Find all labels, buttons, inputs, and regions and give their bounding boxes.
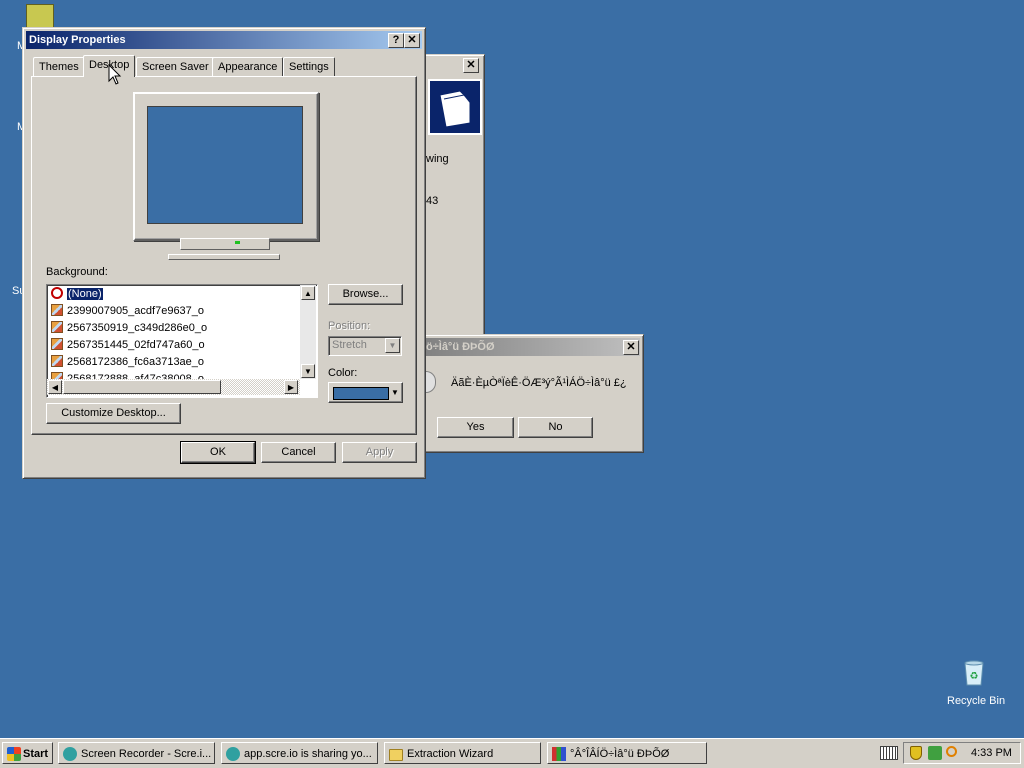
background-item-label: (None) — [66, 287, 104, 301]
scroll-right-arrow-icon[interactable]: ▶ — [284, 380, 298, 394]
msgbox-title: ö÷Ìâ°ü ÐÞÕØ — [426, 341, 495, 353]
ok-button[interactable]: OK — [180, 441, 256, 464]
scroll-left-arrow-icon[interactable]: ◀ — [48, 380, 62, 394]
color-dropdown-icon: ▼ — [391, 388, 399, 397]
msgbox-no-button[interactable]: No — [518, 417, 593, 438]
background-item-label: 2567350919_c349d286e0_o — [67, 322, 208, 334]
shield-icon[interactable] — [910, 746, 922, 760]
search-icon[interactable] — [946, 746, 957, 757]
svg-text:♻: ♻ — [970, 671, 979, 682]
background-label: Background: — [46, 266, 108, 278]
background-item-none[interactable]: (None) — [51, 286, 104, 302]
none-icon — [51, 287, 63, 299]
customize-desktop-button[interactable]: Customize Desktop... — [46, 403, 181, 424]
dialog-title: Display Properties — [29, 34, 126, 46]
cancel-button[interactable]: Cancel — [261, 442, 336, 463]
image-file-icon — [51, 321, 63, 333]
chart-icon — [552, 747, 566, 761]
taskbar-item-label: Screen Recorder - Scre.i... — [81, 748, 212, 760]
tab-themes[interactable]: Themes — [33, 57, 85, 77]
background-list[interactable]: (None) 2399007905_acdf7e9637_o 256735091… — [46, 284, 318, 398]
tab-screen-saver[interactable]: Screen Saver — [136, 57, 215, 77]
position-value: Stretch — [332, 339, 367, 351]
bg-close-button[interactable]: ✕ — [463, 58, 479, 73]
browse-button[interactable]: Browse... — [328, 284, 403, 305]
position-label: Position: — [328, 320, 371, 332]
system-tray: 4:33 PM — [903, 742, 1021, 764]
app-icon — [226, 747, 240, 761]
background-item-label: 2568172386_fc6a3713ae_o — [67, 356, 205, 368]
folder-icon — [428, 79, 482, 135]
recycle-bin-icon[interactable]: ♻ — [959, 657, 989, 687]
taskbar-item-extraction-wizard[interactable]: Extraction Wizard — [384, 742, 541, 764]
horizontal-scrollbar[interactable]: ◀ ▶ — [47, 379, 300, 395]
taskbar-item-sharing[interactable]: app.scre.io is sharing yo... — [221, 742, 378, 764]
apply-button: Apply — [342, 442, 417, 463]
position-select: Stretch ▼ — [328, 336, 402, 356]
network-icon[interactable] — [928, 746, 942, 760]
color-label: Color: — [328, 367, 358, 379]
image-file-icon — [51, 304, 63, 316]
close-button[interactable]: ✕ — [404, 33, 420, 48]
taskbar-item-screen-recorder[interactable]: Screen Recorder - Scre.i... — [58, 742, 215, 764]
position-dropdown-icon: ▼ — [385, 338, 400, 353]
clock: 4:33 PM — [971, 747, 1012, 759]
monitor-stand — [180, 238, 270, 250]
monitor-base — [168, 254, 280, 260]
help-button[interactable]: ? — [388, 33, 404, 48]
color-swatch — [333, 387, 389, 400]
scroll-down-arrow-icon[interactable]: ▼ — [301, 364, 315, 378]
message-box: ö÷Ìâ°ü ÐÞÕØ ✕ ÄãÈ·ÈµÒªÏèÊ·ÖÆ³ý°Ã¹ÌÁÖ÷Ìâ°… — [416, 334, 644, 453]
bg-text-2: 43 — [426, 195, 439, 207]
horizontal-scroll-thumb[interactable] — [63, 380, 221, 394]
app-icon — [63, 747, 77, 761]
background-item-label: 2399007905_acdf7e9637_o — [67, 305, 205, 317]
recycle-bin-label: Recycle Bin — [947, 695, 1006, 707]
background-item[interactable]: 2568172386_fc6a3713ae_o — [51, 354, 204, 370]
background-item-label: 2567351445_02fd747a60_o — [67, 339, 205, 351]
start-button[interactable]: Start — [2, 742, 53, 764]
bg-text-1: wing — [426, 153, 449, 165]
background-item[interactable]: 2567351445_02fd747a60_o — [51, 337, 205, 353]
vertical-scrollbar[interactable]: ▲ ▼ — [300, 285, 316, 379]
color-picker-button[interactable]: ▼ — [328, 382, 403, 403]
taskbar-item-label: app.scre.io is sharing yo... — [244, 748, 372, 760]
dialog-titlebar[interactable]: Display Properties — [26, 31, 422, 49]
taskbar-item-label: Extraction Wizard — [407, 748, 494, 760]
taskbar-item-themes[interactable]: °Â°ÎÂÍÖ÷Ìâ°ü ÐÞÕØ — [547, 742, 707, 764]
monitor-screen — [147, 106, 303, 224]
tab-appearance[interactable]: Appearance — [212, 57, 284, 77]
tab-settings[interactable]: Settings — [283, 57, 335, 77]
taskbar-item-label: °Â°ÎÂÍÖ÷Ìâ°ü ÐÞÕØ — [570, 748, 670, 760]
background-item[interactable]: 2567350919_c349d286e0_o — [51, 320, 207, 336]
mouse-cursor-icon — [108, 63, 122, 89]
monitor-preview — [133, 92, 319, 241]
msgbox-message: ÄãÈ·ÈµÒªÏèÊ·ÖÆ³ý°Ã¹ÌÁÖ÷Ìâ°ü £¿ — [451, 377, 627, 389]
msgbox-titlebar: ö÷Ìâ°ü ÐÞÕØ — [420, 338, 640, 356]
image-file-icon — [51, 338, 63, 350]
start-label: Start — [23, 748, 49, 760]
background-window: ✕ wing 43 — [416, 54, 485, 338]
keyboard-icon[interactable] — [880, 746, 898, 760]
msgbox-close-button[interactable]: ✕ — [623, 340, 639, 355]
image-file-icon — [51, 355, 63, 367]
background-item[interactable]: 2399007905_acdf7e9637_o — [51, 303, 204, 319]
windows-logo-icon — [7, 747, 21, 761]
msgbox-yes-button[interactable]: Yes — [437, 417, 514, 438]
folder-icon — [389, 749, 403, 761]
scroll-up-arrow-icon[interactable]: ▲ — [301, 286, 315, 300]
